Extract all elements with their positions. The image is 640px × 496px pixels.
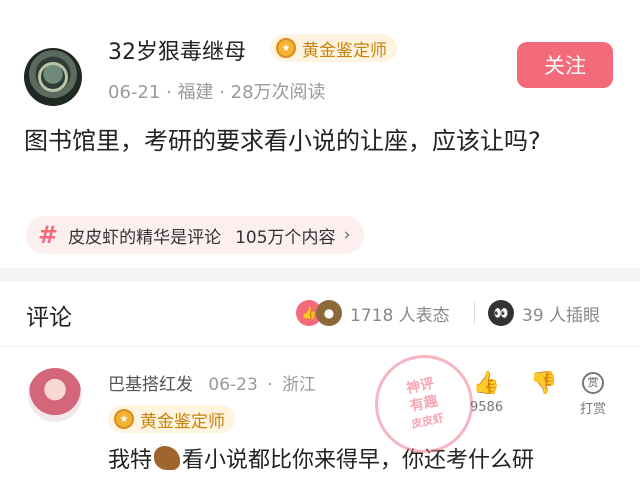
author-badge: ★ 黄金鉴定师 [270, 34, 397, 62]
comment-text: 我特 看小说都比你来得早，你还考什么研 [108, 446, 535, 473]
thumbs-up-icon: 👍 [472, 371, 501, 396]
commenter-name[interactable]: 巴基搭红发 [108, 375, 193, 395]
thumbs-down-icon: 👎 [530, 371, 558, 396]
commenter-badge: ★ 黄金鉴定师 [108, 405, 235, 433]
medal-icon: ★ [114, 409, 134, 429]
topic-chip[interactable]: # 皮皮虾的精华是评论 105万个内容 › [26, 216, 365, 254]
medal-icon: ★ [276, 38, 296, 58]
emoji-icon: ● [316, 300, 342, 326]
chevron-right-icon: › [343, 225, 351, 245]
section-divider [0, 268, 640, 282]
post-title: 图书馆里，考研的要求看小说的让座，应该让吗? [24, 127, 541, 155]
reactions-summary[interactable]: 👍 ● 1718 人表态 [296, 300, 450, 326]
divider [474, 302, 475, 324]
badge-label: 黄金鉴定师 [140, 411, 225, 432]
horse-emoji-icon [154, 446, 181, 470]
author-name[interactable]: 32岁狠毒继母 [108, 34, 246, 66]
divider [0, 346, 640, 347]
tip-label: 打赏 [580, 402, 607, 417]
post-meta: 06-21 · 福建 · 28万次阅读 [108, 82, 326, 103]
badge-label: 黄金鉴定师 [302, 40, 387, 61]
commenter-avatar[interactable] [28, 368, 82, 422]
topic-label: 皮皮虾的精华是评论 [68, 227, 222, 248]
bookmarks-summary[interactable]: 👀 39 人插眼 [488, 300, 600, 326]
topic-count: 105万个内容 [235, 227, 336, 248]
bookmarks-count: 39 人插眼 [522, 305, 601, 326]
follow-button[interactable]: 关注 [517, 42, 613, 88]
commenter-meta: 巴基搭红发 06-23 · 浙江 [108, 375, 317, 395]
author-avatar[interactable] [24, 48, 82, 106]
comment-location: 浙江 [282, 375, 317, 395]
dislike-button[interactable]: 👎 [530, 372, 557, 396]
reactions-count: 1718 人表态 [350, 305, 450, 326]
eyes-icon: 👀 [488, 300, 514, 326]
coin-icon: 赏 [582, 372, 604, 394]
comment-date: 06-23 [208, 375, 258, 395]
comments-title: 评论 [26, 305, 72, 331]
hashtag-icon: # [38, 221, 59, 249]
tip-button[interactable]: 赏 打赏 [580, 372, 606, 417]
like-button[interactable]: 👍 9586 [470, 371, 504, 416]
like-count: 9586 [470, 400, 504, 415]
